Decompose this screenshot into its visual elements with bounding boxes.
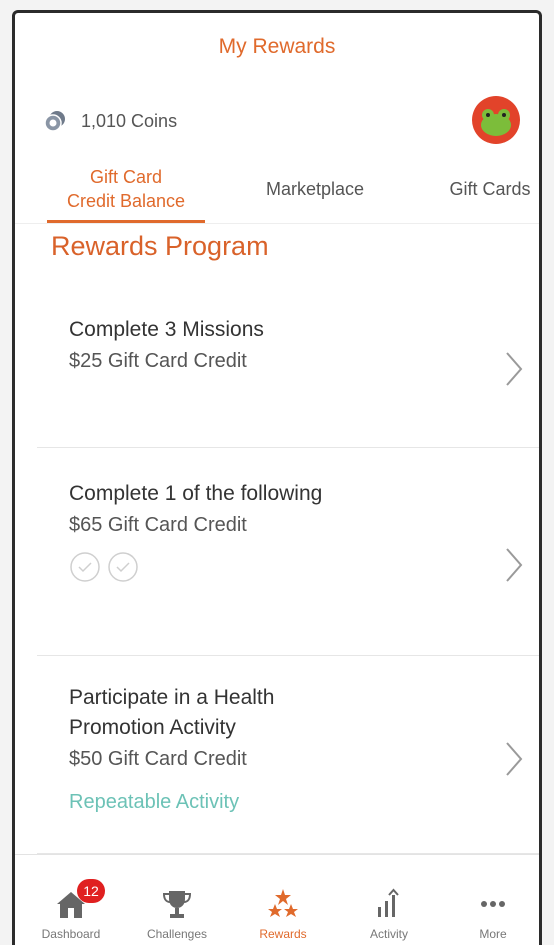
tabbar-activity[interactable]: Activity (339, 887, 439, 941)
check-circle-icon (70, 552, 100, 582)
reward-card-complete-one[interactable]: Complete 1 of the following $65 Gift Car… (37, 479, 539, 629)
task-checks (69, 551, 539, 583)
tabbar-label: Challenges (146, 927, 208, 941)
tabbar-more[interactable]: More (443, 887, 539, 941)
section-title: Rewards Program (51, 231, 269, 261)
avatar[interactable] (471, 95, 521, 145)
check-circle-icon (108, 552, 138, 582)
tab-marketplace[interactable]: Marketplace (245, 179, 385, 200)
tab-gift-card-credit-balance[interactable]: Gift Card Credit Balance (47, 165, 205, 213)
tab-gift-cards[interactable]: Gift Cards (435, 179, 539, 200)
card-title: Complete 3 Missions (69, 318, 264, 341)
tabbar-label: Dashboard (41, 927, 101, 941)
divider (37, 655, 539, 656)
repeatable-label: Repeatable Activity (69, 791, 240, 813)
rewards-tabs: Gift Card Credit Balance Marketplace Gif… (15, 165, 539, 224)
coins-label: 1,010 Coins (81, 110, 178, 131)
tabbar-label: Activity (369, 927, 408, 941)
reward-card-health-promotion[interactable]: Participate in a Health Promotion Activi… (37, 683, 539, 843)
phone-screen: My Rewards 1,010 Coins Gift Card Credit … (12, 10, 542, 945)
header: My Rewards (15, 35, 539, 59)
divider (37, 447, 539, 448)
notification-badge: 12 (77, 879, 105, 903)
more-dots-icon (481, 901, 505, 907)
chevron-right-icon (506, 742, 523, 776)
stars-icon (268, 889, 298, 917)
tabbar-label: Rewards (259, 927, 307, 941)
coins-balance: 1,010 Coins (43, 109, 177, 133)
chevron-right-icon (506, 548, 523, 582)
activity-chart-icon (378, 888, 399, 917)
tabbar-label: More (479, 927, 507, 941)
trophy-icon (162, 891, 192, 918)
tabbar-challenges[interactable]: Challenges (127, 887, 227, 941)
card-title-line1: Participate in a Health (69, 686, 275, 709)
tabbar-dashboard[interactable]: 12 Dashboard (21, 879, 121, 941)
card-credit: $50 Gift Card Credit (69, 748, 247, 770)
tab-label-line1: Gift Card (89, 167, 163, 187)
card-title-line2: Promotion Activity (69, 716, 236, 739)
reward-card-missions[interactable]: Complete 3 Missions $25 Gift Card Credit (37, 315, 539, 435)
card-title: Complete 1 of the following (69, 482, 323, 505)
tab-label-line2: Credit Balance (66, 191, 186, 211)
active-tab-indicator (47, 220, 205, 223)
card-credit: $65 Gift Card Credit (69, 514, 247, 536)
coins-icon (44, 111, 65, 132)
bottom-tab-bar: 12 Dashboard Challenges Rewards Activity… (15, 854, 539, 945)
page-title: My Rewards (218, 35, 336, 58)
card-credit: $25 Gift Card Credit (69, 350, 247, 372)
chevron-right-icon (506, 352, 523, 386)
tabbar-rewards[interactable]: Rewards (233, 887, 333, 941)
